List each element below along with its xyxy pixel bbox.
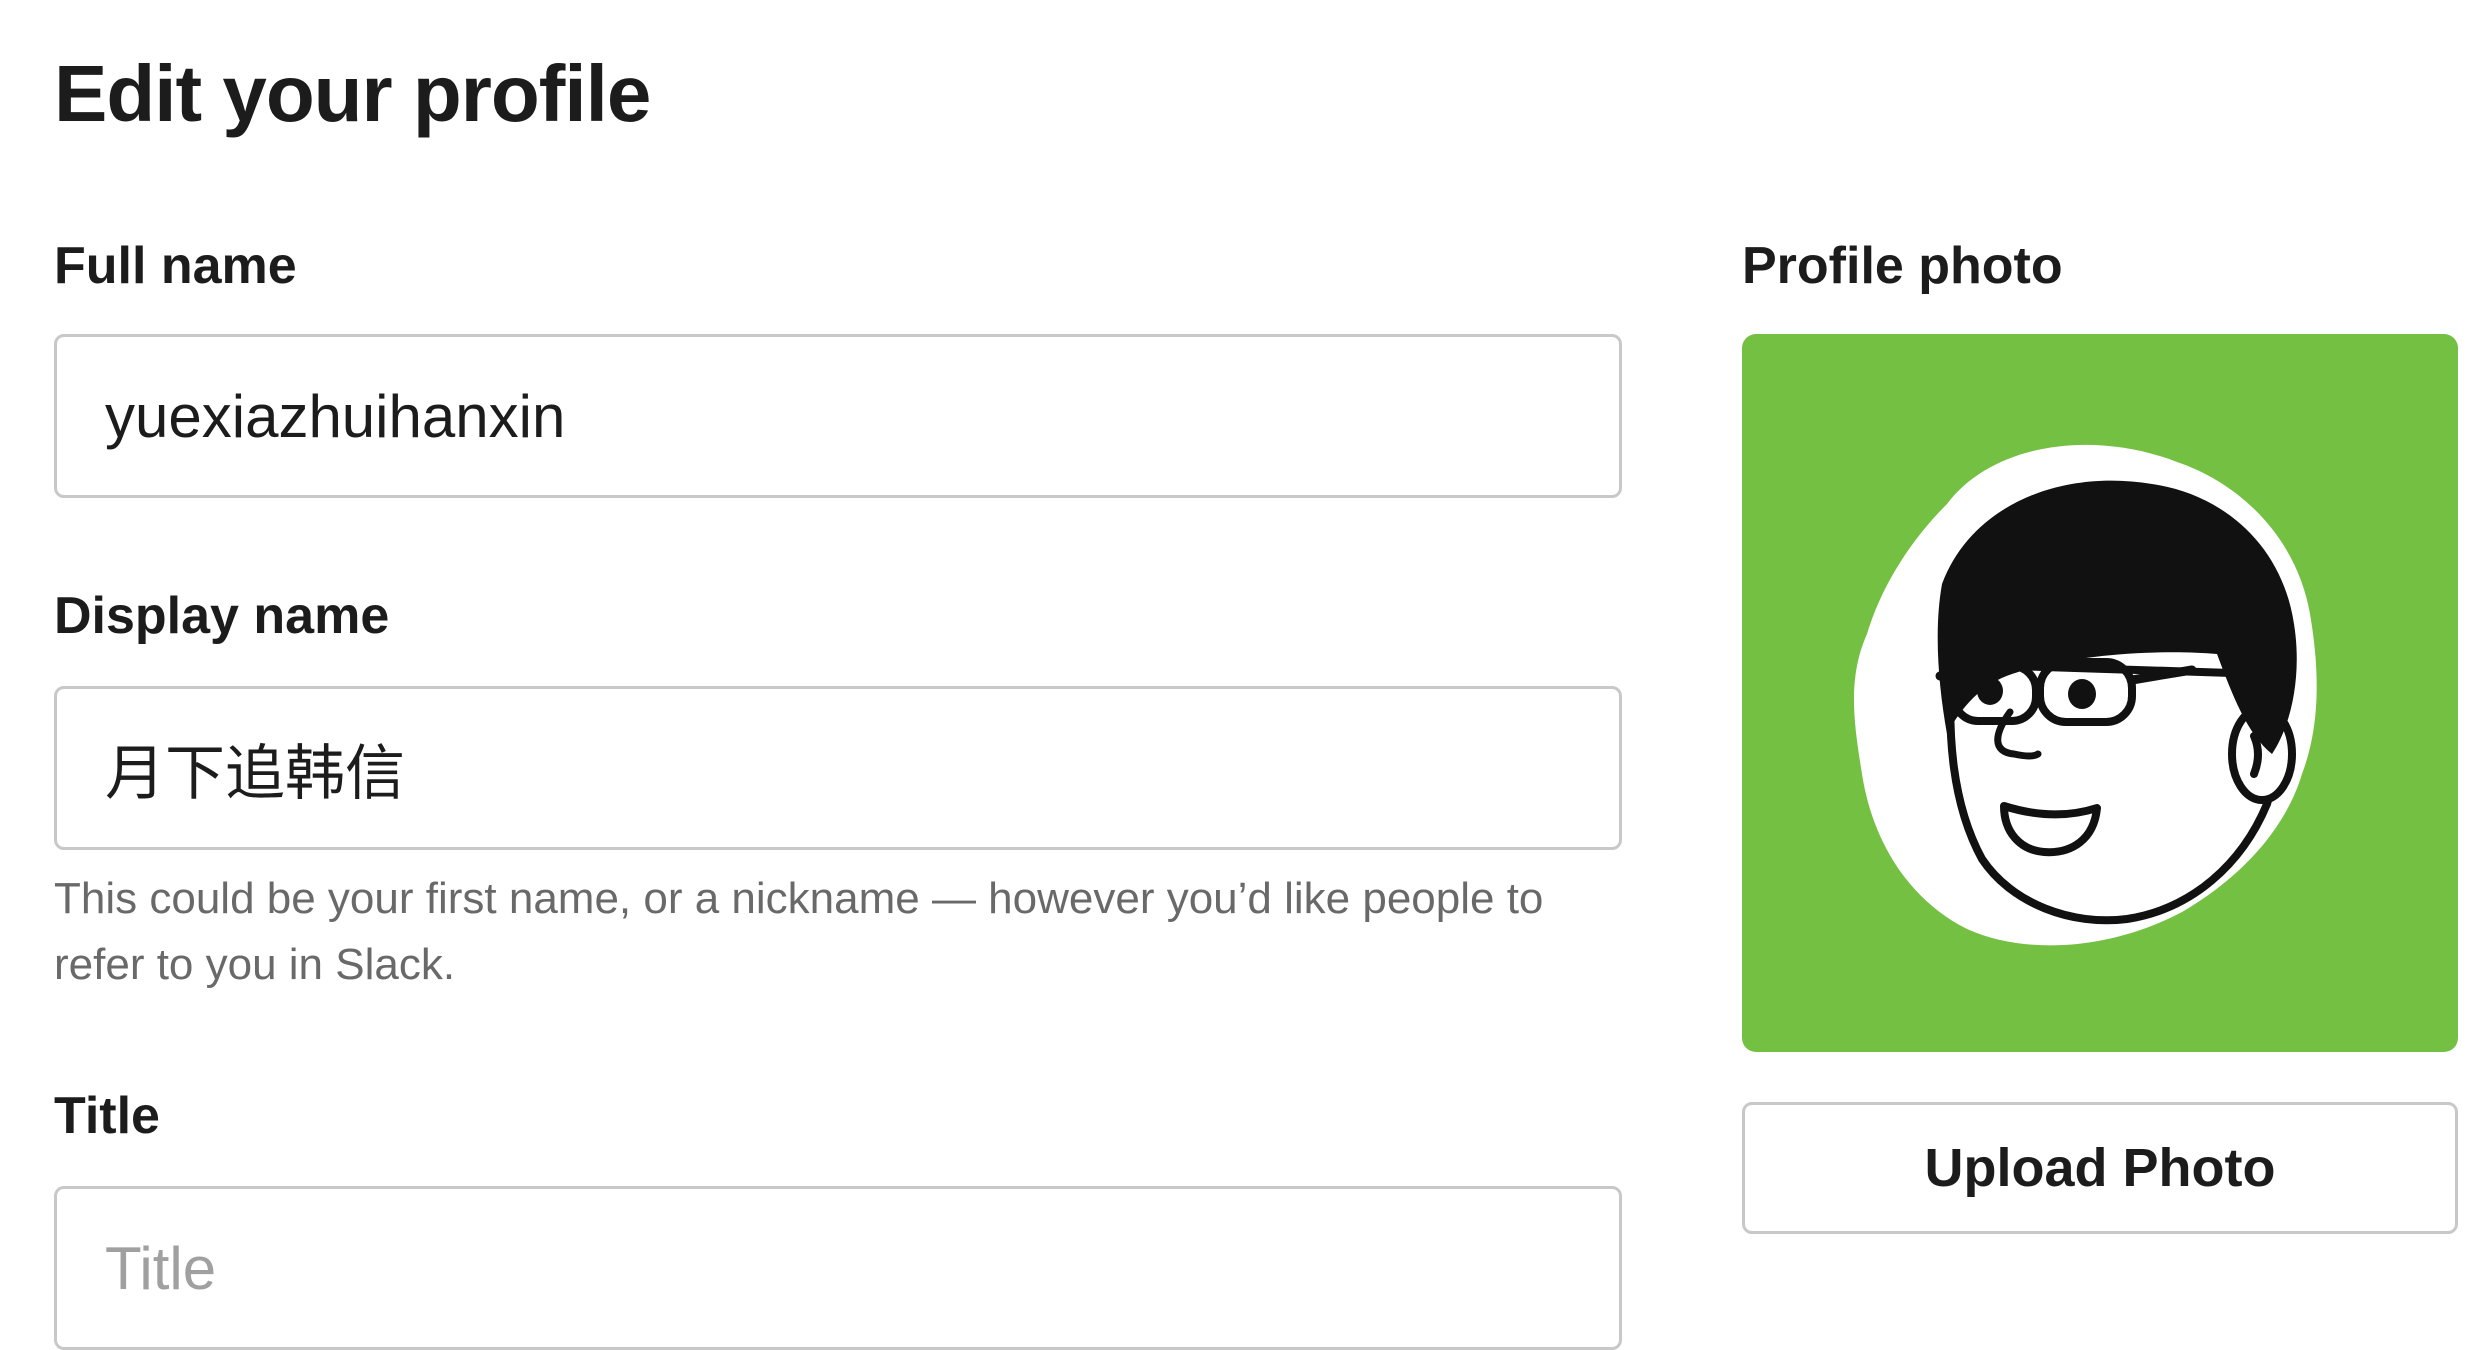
profile-photo[interactable]: [1742, 334, 2458, 1052]
title-field-box[interactable]: [54, 1186, 1622, 1350]
full-name-field-box[interactable]: [54, 334, 1622, 498]
title-label: Title: [54, 1087, 160, 1145]
full-name-label: Full name: [54, 237, 297, 295]
title-input[interactable]: [105, 1233, 1619, 1303]
display-name-hint: This could be your first name, or a nick…: [54, 874, 1544, 989]
full-name-input[interactable]: [105, 381, 1619, 451]
display-name-label: Display name: [54, 587, 390, 645]
display-name-field-box[interactable]: [54, 686, 1622, 850]
upload-photo-button[interactable]: Upload Photo: [1742, 1102, 2458, 1234]
display-name-input[interactable]: [105, 733, 1619, 803]
cartoon-face-with-glasses-icon: [1742, 334, 2458, 1052]
page-title: Edit your profile: [54, 49, 651, 138]
profile-photo-label: Profile photo: [1742, 237, 2063, 295]
